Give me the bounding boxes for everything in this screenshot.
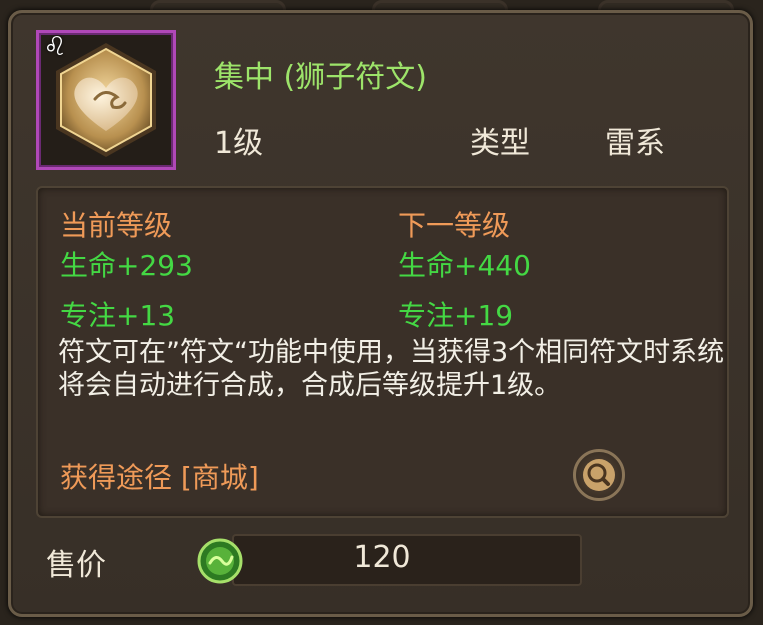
price-value: 120 [353, 540, 411, 575]
leo-zodiac-icon: ♌ [43, 32, 67, 62]
next-level-header: 下一等级 [398, 209, 511, 242]
current-level-header: 当前等级 [60, 209, 173, 242]
type-label: 类型 [470, 126, 530, 161]
next-stat-focus: 专注+19 [398, 299, 514, 332]
item-description: 符文可在”符文“功能中使用，当获得3个相同符文时系统将会自动进行合成，合成后等级… [58, 337, 725, 401]
magnifier-icon [583, 459, 615, 491]
price-label: 售价 [46, 548, 106, 583]
current-stat-focus: 专注+13 [60, 299, 176, 332]
acquire-source: 获得途径 [商城] [60, 461, 259, 494]
type-value: 雷系 [605, 126, 665, 161]
current-stat-hp: 生命+293 [60, 249, 193, 282]
rune-icon-frame: ♌ [36, 30, 176, 170]
next-stat-hp: 生命+440 [398, 249, 531, 282]
item-level: 1级 [214, 126, 264, 161]
search-source-button[interactable] [573, 449, 625, 501]
item-title: 集中 (狮子符文) [214, 60, 427, 95]
